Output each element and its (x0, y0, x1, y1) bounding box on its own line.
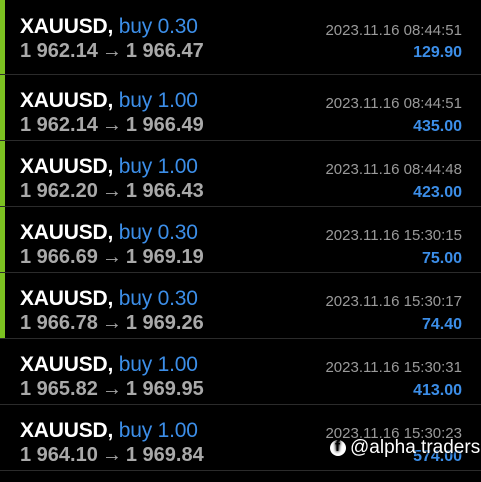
price-line: 1 964.10 → 1 969.84 (20, 444, 204, 467)
volume-label: 1.00 (157, 89, 198, 112)
trade-row[interactable]: XAUUSD, buy 0.30 1 966.69 → 1 969.19 2023.… (0, 207, 481, 273)
trade-time: 2023.11.16 08:44:51 (325, 95, 462, 112)
side-label: buy (118, 419, 153, 442)
trade-profit: 413.00 (413, 382, 462, 399)
close-price: 1 969.95 (125, 378, 204, 400)
trade-title: XAUUSD, buy 1.00 (20, 419, 198, 442)
symbol-label: XAUUSD (20, 15, 108, 38)
symbol-label: XAUUSD (20, 155, 108, 178)
trade-title: XAUUSD, buy 1.00 (20, 353, 198, 376)
arrow-right-icon: → (101, 40, 122, 62)
side-label: buy (118, 353, 153, 376)
price-line: 1 966.69 → 1 969.19 (20, 246, 204, 269)
side-label: buy (118, 221, 153, 244)
open-price: 1 962.14 (20, 114, 98, 136)
price-line: 1 962.14 → 1 966.49 (20, 114, 204, 137)
close-price: 1 969.26 (125, 312, 204, 334)
symbol-label: XAUUSD (20, 353, 108, 376)
volume-label: 1.00 (157, 155, 198, 178)
trade-time: 2023.11.16 15:30:31 (325, 359, 462, 376)
position-marker (0, 207, 5, 272)
open-price: 1 966.69 (20, 246, 98, 268)
side-label: buy (118, 89, 153, 112)
volume-label: 1.00 (157, 419, 198, 442)
trade-profit: 74.40 (421, 316, 462, 333)
position-marker (0, 405, 5, 470)
position-marker (0, 273, 5, 338)
arrow-right-icon: → (101, 246, 122, 268)
side-label: buy (118, 15, 153, 38)
trade-time: 2023.11.16 15:30:17 (325, 293, 462, 310)
trade-profit: 423.00 (413, 184, 462, 201)
position-marker (0, 141, 5, 206)
trade-row[interactable]: XAUUSD, buy 0.30 1 966.78 → 1 969.26 2023.… (0, 273, 481, 339)
trade-time: 2023.11.16 15:30:15 (325, 227, 462, 244)
open-price: 1 964.10 (20, 444, 98, 466)
symbol-label: XAUUSD (20, 287, 108, 310)
price-line: 1 965.82 → 1 969.95 (20, 378, 204, 401)
open-price: 1 962.14 (20, 40, 98, 62)
trade-title: XAUUSD, buy 1.00 (20, 89, 198, 112)
trade-title: XAUUSD, buy 1.00 (20, 155, 198, 178)
arrow-right-icon: → (101, 312, 122, 334)
price-line: 1 966.78 → 1 969.26 (20, 312, 204, 335)
watermark-text: @alpha traders (350, 437, 481, 458)
trade-title: XAUUSD, buy 0.30 (20, 287, 198, 310)
price-line: 1 962.20 → 1 966.43 (20, 180, 204, 203)
arrow-right-icon: → (101, 114, 122, 136)
trade-time: 2023.11.16 08:44:48 (325, 161, 462, 178)
trade-profit: 129.90 (413, 44, 462, 61)
close-price: 1 966.47 (125, 40, 204, 62)
symbol-label: XAUUSD (20, 419, 108, 442)
trade-row[interactable]: XAUUSD, buy 1.00 1 965.82 → 1 969.95 2023.… (0, 339, 481, 405)
facebook-icon (330, 438, 346, 456)
trade-title: XAUUSD, buy 0.30 (20, 221, 198, 244)
symbol-label: XAUUSD (20, 221, 108, 244)
trade-row[interactable]: XAUUSD, buy 1.00 1 962.14 → 1 966.49 2023.… (0, 75, 481, 141)
arrow-right-icon: → (101, 378, 122, 400)
close-price: 1 966.43 (125, 180, 204, 202)
open-price: 1 965.82 (20, 378, 98, 400)
close-price: 1 969.19 (125, 246, 204, 268)
trade-time: 2023.11.16 08:44:51 (325, 22, 462, 39)
close-price: 1 969.84 (125, 444, 204, 466)
volume-label: 0.30 (157, 287, 198, 310)
arrow-right-icon: → (101, 444, 122, 466)
watermark: @alpha traders (330, 437, 480, 459)
trade-profit: 435.00 (413, 118, 462, 135)
volume-label: 0.30 (157, 221, 198, 244)
trade-history-list: XAUUSD, buy 0.30 1 962.14 → 1 966.47 2023.… (0, 0, 481, 482)
position-marker (0, 75, 5, 140)
symbol-label: XAUUSD (20, 89, 108, 112)
side-label: buy (118, 287, 153, 310)
volume-label: 0.30 (157, 15, 198, 38)
trade-profit: 75.00 (421, 250, 462, 267)
close-price: 1 966.49 (125, 114, 204, 136)
price-line: 1 962.14 → 1 966.47 (20, 40, 204, 63)
trade-title: XAUUSD, buy 0.30 (20, 15, 198, 38)
position-marker (0, 0, 5, 74)
trade-row[interactable]: XAUUSD, buy 1.00 1 962.20 → 1 966.43 2023.… (0, 141, 481, 207)
arrow-right-icon: → (101, 180, 122, 202)
trade-row[interactable]: XAUUSD, buy 0.30 1 962.14 → 1 966.47 2023.… (0, 0, 481, 75)
volume-label: 1.00 (157, 353, 198, 376)
side-label: buy (118, 155, 153, 178)
open-price: 1 962.20 (20, 180, 98, 202)
position-marker (0, 339, 5, 404)
open-price: 1 966.78 (20, 312, 98, 334)
